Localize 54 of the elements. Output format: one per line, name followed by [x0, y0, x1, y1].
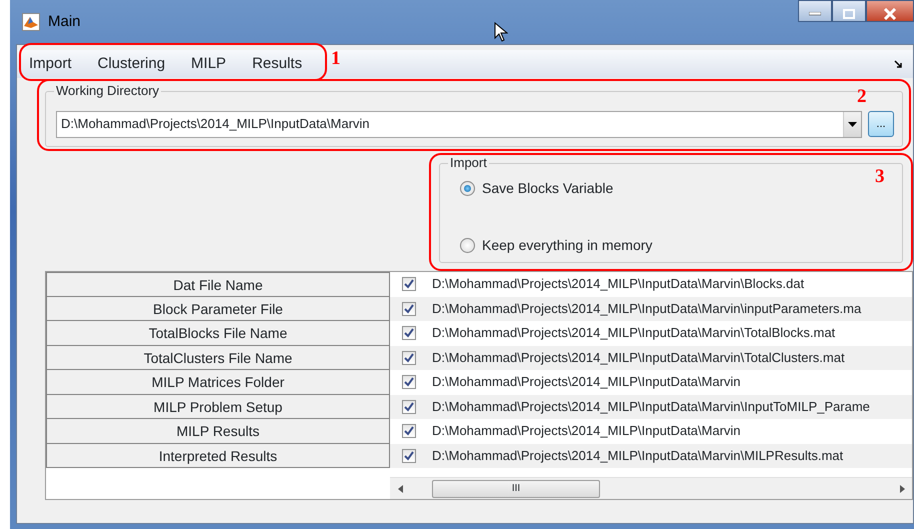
path-cell-text: D:\Mohammad\Projects\2014_MILP\InputData\Marvin\Blocks.dat	[431, 275, 806, 293]
path-cell-text: D:\Mohammad\Projects\2014_MILP\InputData\Marvin\TotalBlocks.mat	[431, 324, 836, 342]
annotation-number: 1	[331, 49, 340, 69]
radio-button[interactable]	[460, 181, 475, 196]
scroll-right-icon[interactable]	[900, 484, 904, 492]
directory-dropdown[interactable]: D:\Mohammad\Projects\2014_MILP\InputData\Marvin	[56, 110, 862, 138]
minimize-button[interactable]	[798, 0, 832, 22]
resize-arrow-icon	[894, 60, 903, 69]
radio-label: Save Blocks Variable	[482, 179, 614, 198]
app-icon	[22, 13, 40, 31]
browse-button[interactable]: ...	[868, 111, 894, 137]
maximize-button[interactable]	[832, 0, 866, 22]
checkbox[interactable]	[402, 302, 416, 316]
horizontal-scrollbar[interactable]: III	[390, 477, 912, 499]
window-title: Main	[48, 12, 81, 32]
group-label: Working Directory	[54, 83, 162, 99]
row-header: Interpreted Results	[46, 444, 390, 468]
radio-button[interactable]	[460, 238, 475, 253]
path-cell-text: D:\Mohammad\Projects\2014_MILP\InputData\Marvin	[431, 422, 742, 440]
menu-item[interactable]: Import	[27, 52, 74, 76]
close-icon	[883, 8, 897, 20]
menu-item[interactable]: MILP	[189, 52, 228, 76]
path-cell: D:\Mohammad\Projects\2014_MILP\InputData\Marvin\MILPResults.mat	[428, 444, 912, 468]
row-header: MILP Problem Setup	[46, 394, 390, 419]
row-header: Dat File Name	[46, 272, 390, 296]
checkbox[interactable]	[402, 375, 416, 390]
path-cell: D:\Mohammad\Projects\2014_MILP\InputData\Marvin\inputParameters.ma	[428, 296, 912, 321]
radio-label: Keep everything in memory	[482, 236, 652, 255]
menu-item[interactable]: Results	[250, 52, 304, 76]
row-header: MILP Matrices Folder	[46, 370, 390, 394]
dropdown-arrow-icon	[848, 122, 857, 126]
checkbox[interactable]	[402, 277, 416, 292]
checkbox[interactable]	[402, 400, 416, 414]
row-header: MILP Results	[46, 419, 390, 444]
path-cell: D:\Mohammad\Projects\2014_MILP\InputData\Marvin\InputToMILP_Parame	[428, 394, 912, 419]
checkbox[interactable]	[402, 326, 416, 340]
annotation-number: 3	[875, 167, 884, 187]
group-label: Import	[448, 155, 489, 171]
checkbox[interactable]	[402, 448, 416, 463]
menu-item[interactable]: Clustering	[96, 52, 168, 76]
cursor-icon	[494, 22, 508, 42]
annotation-number: 2	[857, 87, 866, 107]
minimize-icon	[809, 12, 821, 16]
path-cell-text: D:\Mohammad\Projects\2014_MILP\InputData\Marvin	[431, 373, 742, 391]
path-cell: D:\Mohammad\Projects\2014_MILP\InputData\Marvin\TotalClusters.mat	[428, 346, 912, 370]
close-button[interactable]	[866, 0, 914, 22]
checkbox[interactable]	[402, 424, 416, 438]
scroll-thumb[interactable]: III	[432, 480, 600, 498]
maximize-icon	[843, 8, 855, 19]
row-header: TotalBlocks File Name	[46, 321, 390, 346]
row-header: Block Parameter File	[46, 296, 390, 321]
checkbox[interactable]	[402, 350, 416, 365]
row-header: TotalClusters File Name	[46, 346, 390, 370]
scroll-left-icon[interactable]	[398, 484, 402, 492]
